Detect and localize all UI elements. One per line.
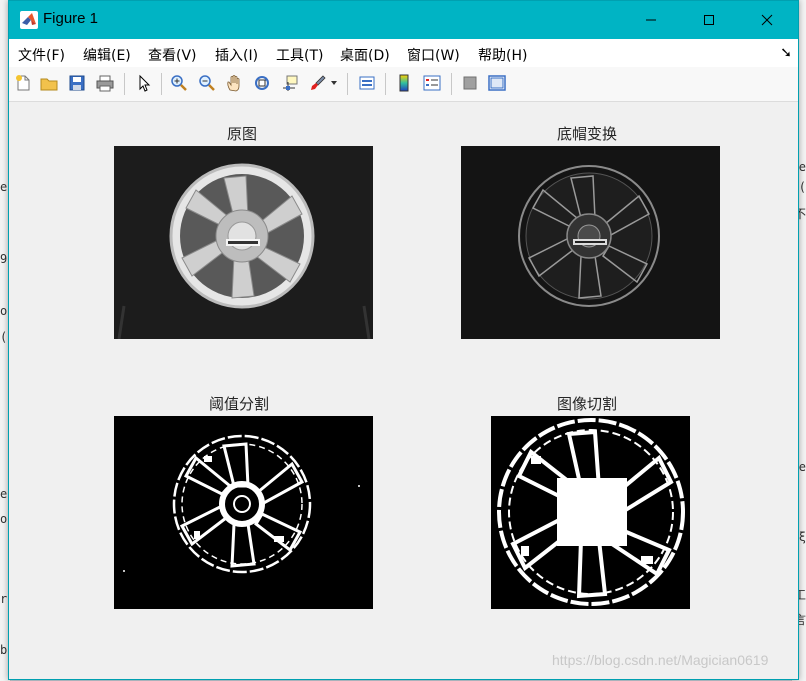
subplot-image-threshold (114, 416, 373, 609)
zoom-in-icon[interactable] (168, 72, 190, 94)
pan-hand-icon[interactable] (223, 72, 245, 94)
subplot-title-bottom-hat: 底帽变换 (557, 125, 618, 143)
menu-view[interactable]: 查看(V) (148, 45, 197, 65)
menu-insert[interactable]: 插入(I) (215, 45, 258, 65)
background-text: e (798, 460, 806, 474)
background-text: ( (798, 180, 806, 194)
menu-desktop[interactable]: 桌面(D) (340, 45, 390, 65)
save-icon[interactable] (66, 72, 88, 94)
menu-edit[interactable]: 编辑(E) (83, 45, 131, 65)
subplot-title-threshold: 阈值分割 (209, 395, 270, 413)
title-bar[interactable]: Figure 1 (9, 1, 798, 39)
data-cursor-icon[interactable] (279, 72, 301, 94)
background-text: ξ (798, 530, 806, 544)
figure-window: Figure 1 文件(F) 编辑(E) 查看(V) 插入(I) 工具(T) 桌… (8, 0, 799, 680)
minimize-icon (646, 19, 656, 21)
close-button[interactable] (738, 1, 796, 39)
print-icon[interactable] (94, 72, 116, 94)
open-file-icon[interactable] (38, 72, 60, 94)
subplot-title-original: 原图 (227, 125, 258, 143)
menu-bar: 文件(F) 编辑(E) 查看(V) 插入(I) 工具(T) 桌面(D) 窗口(W… (9, 39, 798, 67)
watermark-text: https://blog.csdn.net/Magician0619 (552, 652, 769, 668)
background-text: b (0, 643, 8, 657)
dock-arrow-icon[interactable]: ➘ (780, 45, 792, 61)
menu-window[interactable]: 窗口(W) (407, 45, 460, 65)
maximize-button[interactable] (680, 1, 738, 39)
maximize-icon (704, 15, 714, 25)
menu-file[interactable]: 文件(F) (18, 45, 65, 65)
zoom-out-icon[interactable] (196, 72, 218, 94)
figure-toolbar (9, 67, 798, 102)
background-text: e (798, 160, 806, 174)
subplot-image-original (114, 146, 373, 340)
background-text: e (0, 487, 8, 501)
toolbar-separator (161, 73, 162, 95)
hide-plot-tools-icon[interactable] (459, 72, 481, 94)
subplot-title-crop: 图像切割 (557, 395, 618, 413)
rotate-3d-icon[interactable] (251, 72, 273, 94)
brush-dropdown-icon[interactable] (329, 72, 339, 94)
background-text: 9 (0, 252, 8, 266)
toolbar-separator (385, 73, 386, 95)
window-title: Figure 1 (43, 10, 99, 27)
close-icon (761, 14, 773, 26)
matlab-logo-icon (20, 11, 38, 29)
toolbar-separator (451, 73, 452, 95)
brush-icon[interactable] (307, 72, 329, 94)
toolbar-separator (124, 73, 125, 95)
subplot-image-bottom-hat (461, 146, 720, 339)
background-text: e (0, 180, 8, 194)
pointer-icon[interactable] (133, 72, 155, 94)
legend-icon[interactable] (421, 72, 443, 94)
background-text: o (0, 512, 8, 526)
link-plot-icon[interactable] (356, 72, 378, 94)
colorbar-icon[interactable] (393, 72, 415, 94)
background-text: r (0, 592, 8, 606)
toolbar-separator (347, 73, 348, 95)
show-plot-tools-icon[interactable] (486, 72, 508, 94)
background-text: ( (0, 330, 8, 344)
menu-tools[interactable]: 工具(T) (276, 45, 323, 65)
background-text: o (0, 304, 8, 318)
menu-help[interactable]: 帮助(H) (478, 45, 527, 65)
subplot-image-crop (491, 416, 690, 609)
new-figure-icon[interactable] (12, 72, 34, 94)
minimize-button[interactable] (622, 1, 680, 39)
